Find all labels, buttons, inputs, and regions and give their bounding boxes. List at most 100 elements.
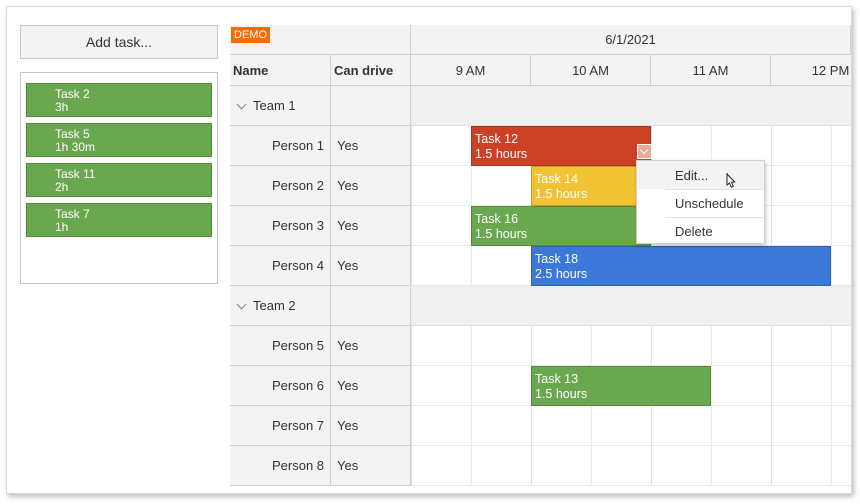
event-menu-button[interactable] (637, 144, 652, 159)
grid-line (831, 446, 832, 486)
mouse-cursor-icon (726, 173, 736, 188)
grid-line (471, 366, 472, 406)
menu-separator (665, 217, 764, 218)
grid-line (771, 366, 772, 406)
grid-line (411, 206, 412, 246)
resource-row-header[interactable]: Person 7 (230, 406, 331, 446)
grid-line (651, 446, 652, 486)
timeline-row[interactable] (411, 446, 851, 486)
can-drive-value: Yes (337, 378, 359, 393)
resource-name: Person 6 (272, 378, 325, 393)
resource-name: Person 4 (272, 258, 325, 273)
queue-task-item[interactable]: Task 5 1h 30m (26, 123, 212, 157)
app-frame: Add task... Task 2 3h Task 5 1h 30m Task 11 2… (6, 6, 852, 494)
resource-name: Person 2 (272, 178, 325, 193)
queue-task-item[interactable]: Task 7 1h (26, 203, 212, 237)
can-drive-cell (331, 286, 411, 326)
hour-header: 11 AM (651, 55, 771, 86)
queue-task-item[interactable]: Task 2 3h (26, 83, 212, 117)
event-duration: 1.5 hours (475, 147, 528, 161)
group-row-header[interactable]: Team 2 (230, 286, 331, 326)
grid-line (771, 326, 772, 366)
grid-line (411, 166, 412, 206)
menu-item-delete[interactable]: Delete (637, 217, 764, 245)
grid-line (831, 206, 832, 246)
grid-line (471, 246, 472, 286)
can-drive-value: Yes (337, 178, 359, 193)
event-bar[interactable]: Task 12 1.5 hours (471, 126, 651, 166)
column-header-name[interactable]: Name (230, 55, 331, 86)
can-drive-cell: Yes (331, 446, 411, 486)
timeline-row[interactable] (411, 326, 851, 366)
column-header-can-drive[interactable]: Can drive (331, 55, 411, 86)
group-row-header[interactable]: Team 1 (230, 86, 331, 126)
event-bar[interactable]: Task 16 1.5 hours (471, 206, 651, 246)
grid-line (831, 326, 832, 366)
group-timeline-row[interactable] (411, 286, 851, 326)
can-drive-cell (331, 86, 411, 126)
resource-row-header[interactable]: Person 3 (230, 206, 331, 246)
chevron-down-icon[interactable] (236, 299, 247, 309)
menu-item-edit[interactable]: Edit... (637, 161, 764, 189)
queue-task-duration: 1h (55, 220, 69, 234)
resource-name: Person 3 (272, 218, 325, 233)
resource-row-header[interactable]: Person 5 (230, 326, 331, 366)
can-drive-value: Yes (337, 338, 359, 353)
grid-line (471, 406, 472, 446)
add-task-button[interactable]: Add task... (20, 25, 218, 59)
queue-task-name: Task 7 (55, 207, 90, 221)
event-bar[interactable]: Task 18 2.5 hours (531, 246, 831, 286)
queue-task-duration: 2h (55, 180, 69, 194)
resource-row-header[interactable]: Person 1 (230, 126, 331, 166)
can-drive-cell: Yes (331, 326, 411, 366)
resource-name: Person 1 (272, 138, 325, 153)
event-name: Task 16 (475, 212, 519, 226)
queue-task-name: Task 2 (55, 87, 90, 101)
queue-task-item[interactable]: Task 11 2h (26, 163, 212, 197)
timeline-row[interactable] (411, 406, 851, 446)
can-drive-value: Yes (337, 258, 359, 273)
grid-line (831, 406, 832, 446)
event-name: Task 12 (475, 132, 519, 146)
grid-line (591, 406, 592, 446)
grid-line (531, 326, 532, 366)
context-menu: Edit... Unschedule Delete (636, 160, 765, 244)
can-drive-cell: Yes (331, 206, 411, 246)
chevron-down-icon[interactable] (236, 99, 247, 109)
resource-row-header[interactable]: Person 4 (230, 246, 331, 286)
resource-row-header[interactable]: Person 6 (230, 366, 331, 406)
grid-line (831, 166, 832, 206)
can-drive-cell: Yes (331, 126, 411, 166)
grid-line (531, 406, 532, 446)
event-bar[interactable]: Task 13 1.5 hours (531, 366, 711, 406)
event-duration: 1.5 hours (475, 227, 528, 241)
grid-line (771, 406, 772, 446)
can-drive-value: Yes (337, 418, 359, 433)
grid-line (711, 326, 712, 366)
grid-line (711, 446, 712, 486)
group-timeline-row[interactable] (411, 86, 851, 126)
grid-line (771, 126, 772, 166)
resource-row-header[interactable]: Person 8 (230, 446, 331, 486)
menu-item-unschedule[interactable]: Unschedule (637, 189, 764, 217)
grid-line (831, 126, 832, 166)
grid-line (411, 326, 412, 366)
event-name: Task 13 (535, 372, 579, 386)
grid-line (711, 406, 712, 446)
event-name: Task 18 (535, 252, 579, 266)
resource-row-header[interactable]: Person 2 (230, 166, 331, 206)
grid-line (831, 366, 832, 406)
event-duration: 1.5 hours (535, 387, 588, 401)
demo-badge: DEMO (231, 27, 270, 43)
can-drive-value: Yes (337, 458, 359, 473)
hour-header: 12 PM (771, 55, 851, 86)
scheduler: DEMO 6/1/2021 Name Can drive 9 AM 10 AM 11… (230, 25, 851, 493)
grid-line (471, 326, 472, 366)
grid-line (411, 446, 412, 486)
grid-line (531, 446, 532, 486)
grid-line (411, 406, 412, 446)
queue-task-duration: 1h 30m (55, 140, 96, 154)
grid-line (711, 366, 712, 406)
grid-line (771, 166, 772, 206)
resource-name: Person 7 (272, 418, 325, 433)
